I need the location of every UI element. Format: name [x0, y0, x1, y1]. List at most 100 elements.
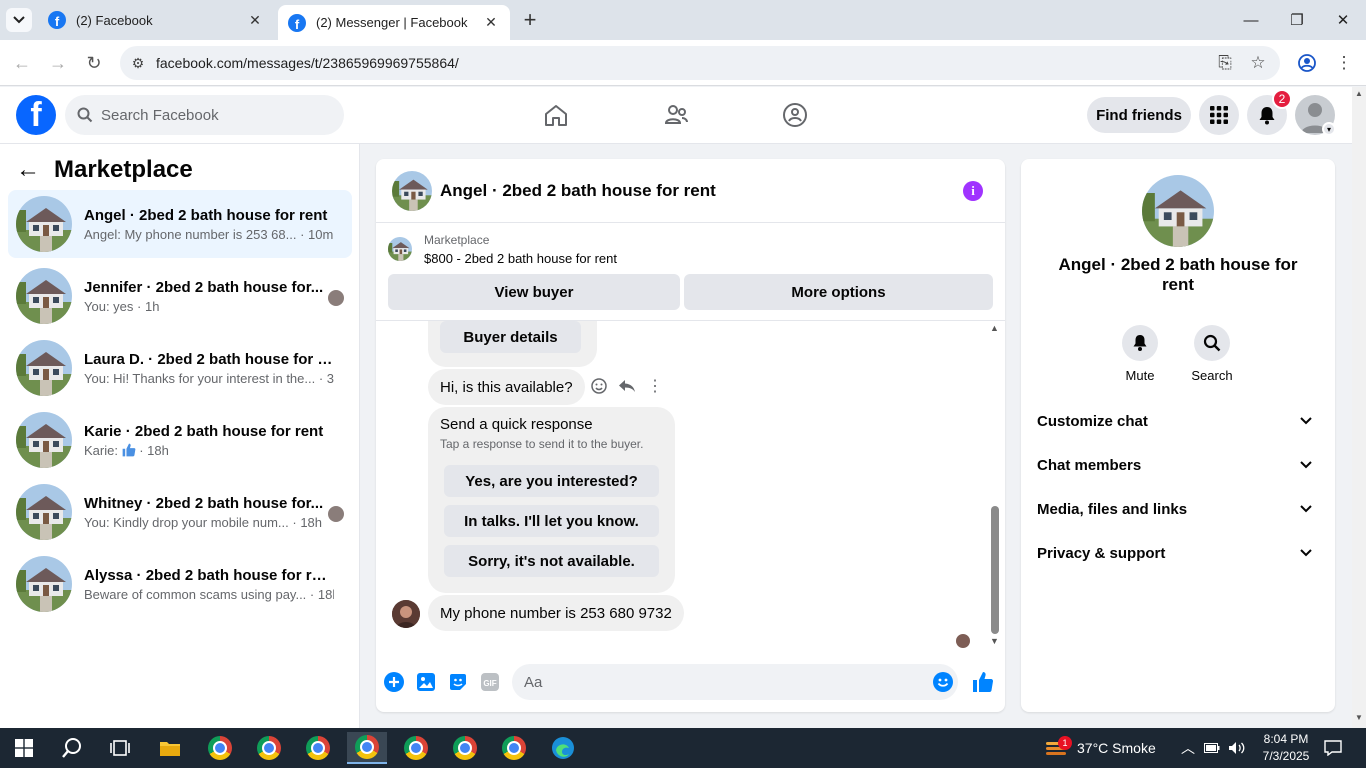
reload-button[interactable]: ↻	[82, 51, 106, 75]
more-vertical-icon[interactable]: ⋮	[645, 376, 665, 396]
forward-button[interactable]: →	[46, 51, 70, 75]
groups-icon[interactable]	[775, 99, 815, 131]
sender-avatar[interactable]	[392, 600, 420, 628]
close-icon[interactable]: ✕	[246, 12, 264, 29]
windows-start-icon[interactable]	[4, 732, 44, 764]
search-conversation-button[interactable]: Search	[1182, 325, 1242, 383]
quick-response-option[interactable]: In talks. I'll let you know.	[444, 505, 659, 537]
preview-text: Angel: My phone number is 253 68...	[84, 226, 297, 242]
quick-response-option[interactable]: Sorry, it's not available.	[444, 545, 659, 577]
mute-button[interactable]: Mute	[1110, 325, 1170, 383]
thumbs-up-icon[interactable]	[972, 671, 994, 693]
media-files-links-section[interactable]: Media, files and links	[1029, 489, 1327, 529]
profile-icon[interactable]	[1295, 51, 1319, 75]
minimize-button[interactable]: —	[1228, 6, 1274, 34]
weather-text[interactable]: 37°C Smoke	[1077, 740, 1156, 756]
taskbar-search-icon[interactable]	[52, 732, 92, 764]
chrome-profile-icon[interactable]	[298, 732, 338, 764]
conversation-item[interactable]: Whitney · 2bed 2 bath house for... You: …	[8, 478, 352, 546]
facebook-logo-icon[interactable]: f	[16, 95, 56, 135]
preview-text: Karie:	[84, 442, 118, 458]
search-input[interactable]: Search Facebook	[65, 95, 344, 135]
buyer-details-button[interactable]: Buyer details	[440, 321, 581, 353]
customize-chat-section[interactable]: Customize chat	[1029, 401, 1327, 441]
find-friends-button[interactable]: Find friends	[1087, 97, 1191, 133]
scrollbar-thumb[interactable]	[991, 506, 999, 634]
react-smiley-icon[interactable]	[589, 376, 609, 396]
browser-menu-icon[interactable]: ⋮	[1332, 51, 1356, 75]
conversation-item[interactable]: Alyssa · 2bed 2 bath house for rent Bewa…	[8, 550, 352, 618]
bookmark-star-icon[interactable]: ☆	[1246, 51, 1270, 75]
preview-time: · 18h	[139, 442, 169, 458]
new-tab-button[interactable]: +	[518, 7, 542, 32]
buyer-card: Buyer details	[428, 321, 597, 367]
page-scrollbar[interactable]: ▲ ▼	[1352, 87, 1366, 728]
gif-icon[interactable]: GIF	[479, 671, 501, 693]
conversation-item[interactable]: Laura D. · 2bed 2 bath house for re... Y…	[8, 334, 352, 402]
site-info-icon[interactable]: ⚙	[120, 55, 156, 72]
attach-photo-icon[interactable]	[415, 671, 437, 693]
scroll-up-arrow[interactable]: ▲	[990, 323, 999, 333]
back-arrow-icon[interactable]: ←	[16, 156, 40, 184]
home-icon[interactable]	[536, 99, 576, 131]
chrome-profile-icon[interactable]	[494, 732, 534, 764]
preview-text: You: Hi! Thanks for your interest in the…	[84, 370, 316, 386]
file-explorer-icon[interactable]	[150, 732, 190, 764]
quick-response-option[interactable]: Yes, are you interested?	[444, 465, 659, 497]
chrome-profile-icon[interactable]	[347, 732, 387, 764]
chat-title[interactable]: Angel · 2bed 2 bath house for rent	[440, 181, 716, 201]
tab-messenger[interactable]: f (2) Messenger | Facebook ✕	[278, 5, 510, 40]
conversation-item[interactable]: Karie · 2bed 2 bath house for rent Karie…	[8, 406, 352, 474]
chat-profile-avatar[interactable]	[1142, 175, 1214, 247]
edge-icon[interactable]	[543, 732, 583, 764]
plus-circle-icon[interactable]	[383, 671, 405, 693]
quick-response-title: Send a quick response	[440, 416, 593, 433]
chrome-profile-icon[interactable]	[445, 732, 485, 764]
reply-icon[interactable]	[617, 376, 637, 396]
sticker-icon[interactable]	[447, 671, 469, 693]
chevron-down-icon	[13, 16, 25, 24]
install-app-icon[interactable]: ⎘	[1213, 51, 1237, 75]
volume-icon[interactable]	[1225, 732, 1249, 764]
show-hidden-icons-chevron-icon[interactable]: ︿	[1181, 738, 1195, 758]
battery-icon[interactable]	[1200, 732, 1224, 764]
listing-title[interactable]: $800 - 2bed 2 bath house for rent	[424, 251, 617, 266]
chat-avatar[interactable]	[392, 170, 432, 211]
message-input[interactable]: Aa	[512, 664, 958, 700]
task-view-icon[interactable]	[100, 732, 140, 764]
more-options-button[interactable]: More options	[684, 274, 993, 310]
notification-center-icon[interactable]	[1318, 732, 1348, 764]
conversation-item[interactable]: Jennifer · 2bed 2 bath house for... You:…	[8, 262, 352, 330]
conversation-item[interactable]: Angel · 2bed 2 bath house for rent Angel…	[8, 190, 352, 258]
listing-thumbnail[interactable]	[388, 237, 412, 261]
info-icon[interactable]: i	[963, 181, 983, 201]
conversation-avatar	[16, 412, 72, 468]
chrome-profile-icon[interactable]	[249, 732, 289, 764]
sidebar-header: ← Marketplace	[16, 156, 193, 184]
section-label: Customize chat	[1037, 412, 1148, 430]
back-button[interactable]: ←	[10, 51, 34, 75]
privacy-support-section[interactable]: Privacy & support	[1029, 533, 1327, 573]
chat-members-section[interactable]: Chat members	[1029, 445, 1327, 485]
conversation-info: Laura D. · 2bed 2 bath house for re... Y…	[84, 351, 334, 386]
tab-facebook[interactable]: f (2) Facebook ✕	[38, 5, 274, 35]
marketplace-listing-bar: Marketplace $800 - 2bed 2 bath house for…	[376, 223, 1005, 321]
chrome-icon[interactable]	[200, 732, 240, 764]
sidebar-title: Marketplace	[54, 156, 193, 183]
emoji-icon[interactable]	[933, 672, 953, 692]
clock-time[interactable]: 8:04 PM	[1254, 732, 1318, 746]
scroll-up-arrow[interactable]: ▲	[1355, 89, 1363, 98]
window-close-button[interactable]: ✕	[1320, 6, 1366, 34]
scroll-down-arrow[interactable]: ▼	[1355, 713, 1363, 722]
chevron-down-icon[interactable]: ▾	[1322, 122, 1336, 136]
clock-date[interactable]: 7/3/2025	[1254, 749, 1318, 763]
friends-icon[interactable]	[656, 99, 696, 131]
restore-button[interactable]: ❐	[1274, 6, 1320, 34]
url-field[interactable]: ⚙ facebook.com/messages/t/23865969969755…	[120, 46, 1280, 80]
view-buyer-button[interactable]: View buyer	[388, 274, 680, 310]
tab-search-button[interactable]	[6, 8, 32, 32]
menu-grid-icon[interactable]	[1199, 95, 1239, 135]
close-icon[interactable]: ✕	[482, 14, 500, 31]
scroll-down-arrow[interactable]: ▼	[990, 636, 999, 646]
chrome-profile-icon[interactable]	[396, 732, 436, 764]
